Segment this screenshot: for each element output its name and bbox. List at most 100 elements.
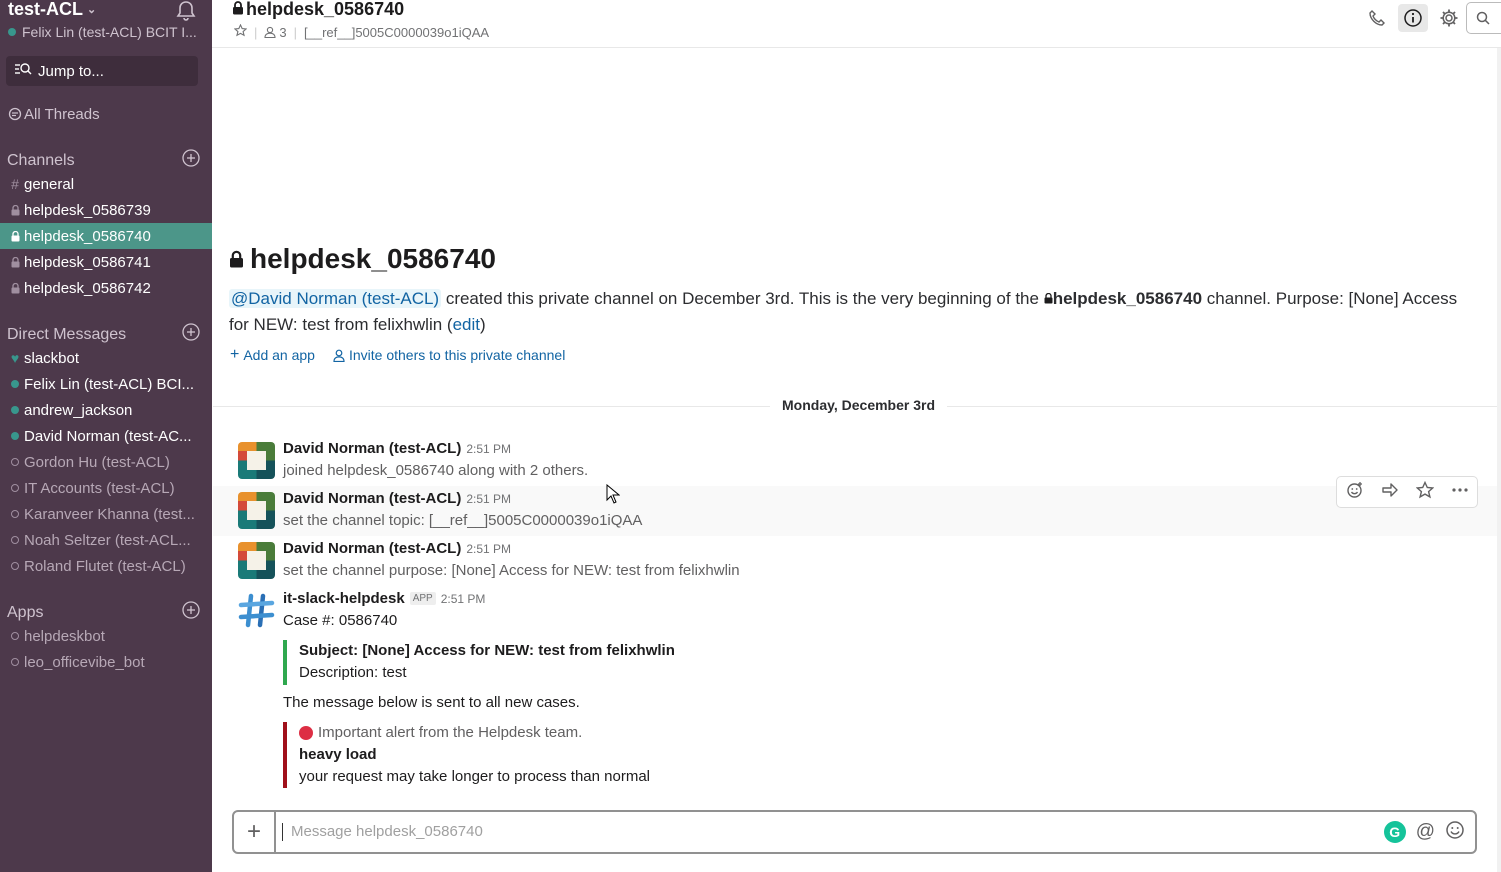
slack-app: test-ACL ⌄ Felix Lin (test-ACL) BCIT I..… xyxy=(0,0,1501,872)
lock-icon xyxy=(8,204,22,216)
message-timestamp[interactable]: 2:51 PM xyxy=(466,492,511,506)
message[interactable]: David Norman (test-ACL) 2:51 PM joined he… xyxy=(213,436,1497,486)
message-author[interactable]: David Norman (test-ACL) 2:51 PM xyxy=(283,540,511,557)
workspace-name: test-ACL xyxy=(8,0,83,19)
author-name[interactable]: David Norman (test-ACL) xyxy=(283,440,461,457)
grammarly-icon[interactable]: G xyxy=(1383,821,1406,843)
sidebar-item-noah-seltzer[interactable]: Noah Seltzer (test-ACL... xyxy=(0,527,212,553)
add-app-icon[interactable] xyxy=(182,601,200,624)
message-author[interactable]: it-slack-helpdesk APP 2:51 PM xyxy=(283,590,485,607)
add-app-link[interactable]: + Add an app xyxy=(230,346,315,364)
avatar[interactable] xyxy=(238,442,275,479)
author-name[interactable]: it-slack-helpdesk xyxy=(283,590,405,607)
channels-header[interactable]: Channels xyxy=(7,149,200,172)
sidebar-item-general[interactable]: # general xyxy=(0,171,212,197)
intro-channel-link[interactable]: helpdesk_0586740 xyxy=(1053,289,1202,308)
attachment-subject: Subject: [None] Access for NEW: test fro… xyxy=(299,642,675,659)
message[interactable]: David Norman (test-ACL) 2:51 PM set the c… xyxy=(213,476,1497,536)
attach-file-button[interactable]: + xyxy=(234,812,276,852)
person-icon xyxy=(333,349,345,362)
creator-mention[interactable]: @David Norman (test-ACL) xyxy=(229,289,442,308)
message-input[interactable]: Message helpdesk_0586740 xyxy=(282,823,1384,841)
sidebar-item-helpdeskbot[interactable]: helpdeskbot xyxy=(0,623,212,649)
alert-attachment: Important alert from the Helpdesk team. … xyxy=(283,722,650,788)
message-author[interactable]: David Norman (test-ACL) 2:51 PM xyxy=(283,440,511,457)
message-text: set the channel topic: [__ref__]5005C000… xyxy=(283,512,643,529)
channel-title[interactable]: helpdesk_0586740 xyxy=(232,0,404,20)
channel-topic[interactable]: [__ref__]5005C0000039o1iQAA xyxy=(304,25,489,40)
bell-icon[interactable] xyxy=(175,0,197,27)
presence-away-icon xyxy=(11,562,19,570)
channel-details-button[interactable] xyxy=(1398,4,1428,32)
invite-link[interactable]: Invite others to this private channel xyxy=(333,346,565,364)
message-timestamp[interactable]: 2:51 PM xyxy=(466,442,511,456)
workspace-switcher[interactable]: test-ACL ⌄ xyxy=(8,0,96,20)
presence-online-icon xyxy=(11,380,19,388)
sidebar-item-it-accounts[interactable]: IT Accounts (test-ACL) xyxy=(0,475,212,501)
presence-away-icon xyxy=(11,536,19,544)
author-name[interactable]: David Norman (test-ACL) xyxy=(283,490,461,507)
add-dm-icon[interactable] xyxy=(182,323,200,346)
heart-icon: ♥ xyxy=(10,350,20,366)
plus-icon: + xyxy=(230,346,240,363)
channel-intro-title: helpdesk_0586740 xyxy=(229,243,496,275)
current-user[interactable]: Felix Lin (test-ACL) BCIT I... xyxy=(8,24,203,40)
sidebar-item-roland-flutet[interactable]: Roland Flutet (test-ACL) xyxy=(0,553,212,579)
lock-icon xyxy=(8,256,22,268)
alert-line: Important alert from the Helpdesk team. xyxy=(299,722,650,744)
app-avatar[interactable] xyxy=(238,592,275,629)
settings-button[interactable] xyxy=(1434,4,1464,32)
sidebar-item-helpdesk_0586740[interactable]: helpdesk_0586740 xyxy=(0,223,212,249)
more-actions-icon[interactable] xyxy=(1451,481,1469,504)
member-icon xyxy=(264,26,276,38)
member-count[interactable]: 3 xyxy=(264,25,287,40)
message-scrollbar[interactable] xyxy=(1497,48,1501,872)
search-input[interactable] xyxy=(1466,2,1501,34)
avatar[interactable] xyxy=(238,542,275,579)
presence-online-icon xyxy=(11,432,19,440)
apps-header-label: Apps xyxy=(7,603,44,621)
share-message-icon[interactable] xyxy=(1381,481,1399,504)
mention-icon[interactable]: @ xyxy=(1416,821,1435,843)
sidebar-item-leo-officevibe-bot[interactable]: leo_officevibe_bot xyxy=(0,649,212,675)
direct-messages-header[interactable]: Direct Messages xyxy=(7,323,200,346)
intro-text-1: created this private channel on December… xyxy=(441,289,1044,308)
add-reaction-icon[interactable] xyxy=(1346,481,1364,504)
apps-header[interactable]: Apps xyxy=(7,601,200,624)
all-threads[interactable]: All Threads xyxy=(0,101,212,127)
sidebar-item-gordon-hu[interactable]: Gordon Hu (test-ACL) xyxy=(0,449,212,475)
avatar[interactable] xyxy=(238,492,275,529)
alert-body: your request may take longer to process … xyxy=(299,768,651,785)
jump-to-button[interactable]: Jump to... xyxy=(6,56,198,86)
sidebar-item-andrew-jackson[interactable]: andrew_jackson xyxy=(0,397,212,423)
sidebar-item-david-norman[interactable]: David Norman (test-AC... xyxy=(0,423,212,449)
message-timestamp[interactable]: 2:51 PM xyxy=(466,542,511,556)
day-divider-label[interactable]: Monday, December 3rd xyxy=(770,397,948,413)
sidebar-item-helpdesk_0586739[interactable]: helpdesk_0586739 xyxy=(0,197,212,223)
threads-icon xyxy=(8,107,22,121)
dm-label: Roland Flutet (test-ACL) xyxy=(24,557,186,575)
info-icon xyxy=(1404,9,1422,27)
sidebar-item-helpdesk_0586742[interactable]: helpdesk_0586742 xyxy=(0,275,212,301)
gear-icon xyxy=(1440,9,1458,27)
star-icon[interactable] xyxy=(233,23,248,40)
current-user-name: Felix Lin (test-ACL) BCIT I... xyxy=(22,24,197,40)
star-icon[interactable] xyxy=(1415,480,1434,504)
add-channel-icon[interactable] xyxy=(182,149,200,172)
sidebar-item-felix-lin[interactable]: Felix Lin (test-ACL) BCI... xyxy=(0,371,212,397)
author-name[interactable]: David Norman (test-ACL) xyxy=(283,540,461,557)
message[interactable]: David Norman (test-ACL) 2:51 PM set the c… xyxy=(213,536,1497,586)
jump-to-label: Jump to... xyxy=(38,62,104,80)
message-timestamp[interactable]: 2:51 PM xyxy=(441,592,486,606)
presence-away-icon xyxy=(11,632,19,640)
call-button[interactable] xyxy=(1362,4,1392,32)
emoji-icon[interactable] xyxy=(1445,820,1465,845)
lock-icon xyxy=(229,243,244,275)
sidebar-item-helpdesk_0586741[interactable]: helpdesk_0586741 xyxy=(0,249,212,275)
message[interactable]: it-slack-helpdesk APP 2:51 PM Case #: 0586… xyxy=(213,586,1497,636)
message-author[interactable]: David Norman (test-ACL) 2:51 PM xyxy=(283,490,511,507)
sidebar-item-slackbot[interactable]: ♥ slackbot xyxy=(0,345,212,371)
sidebar-item-karanveer-khanna[interactable]: Karanveer Khanna (test... xyxy=(0,501,212,527)
channel-label: helpdesk_0586741 xyxy=(24,253,151,271)
edit-purpose-link[interactable]: edit xyxy=(453,315,480,334)
